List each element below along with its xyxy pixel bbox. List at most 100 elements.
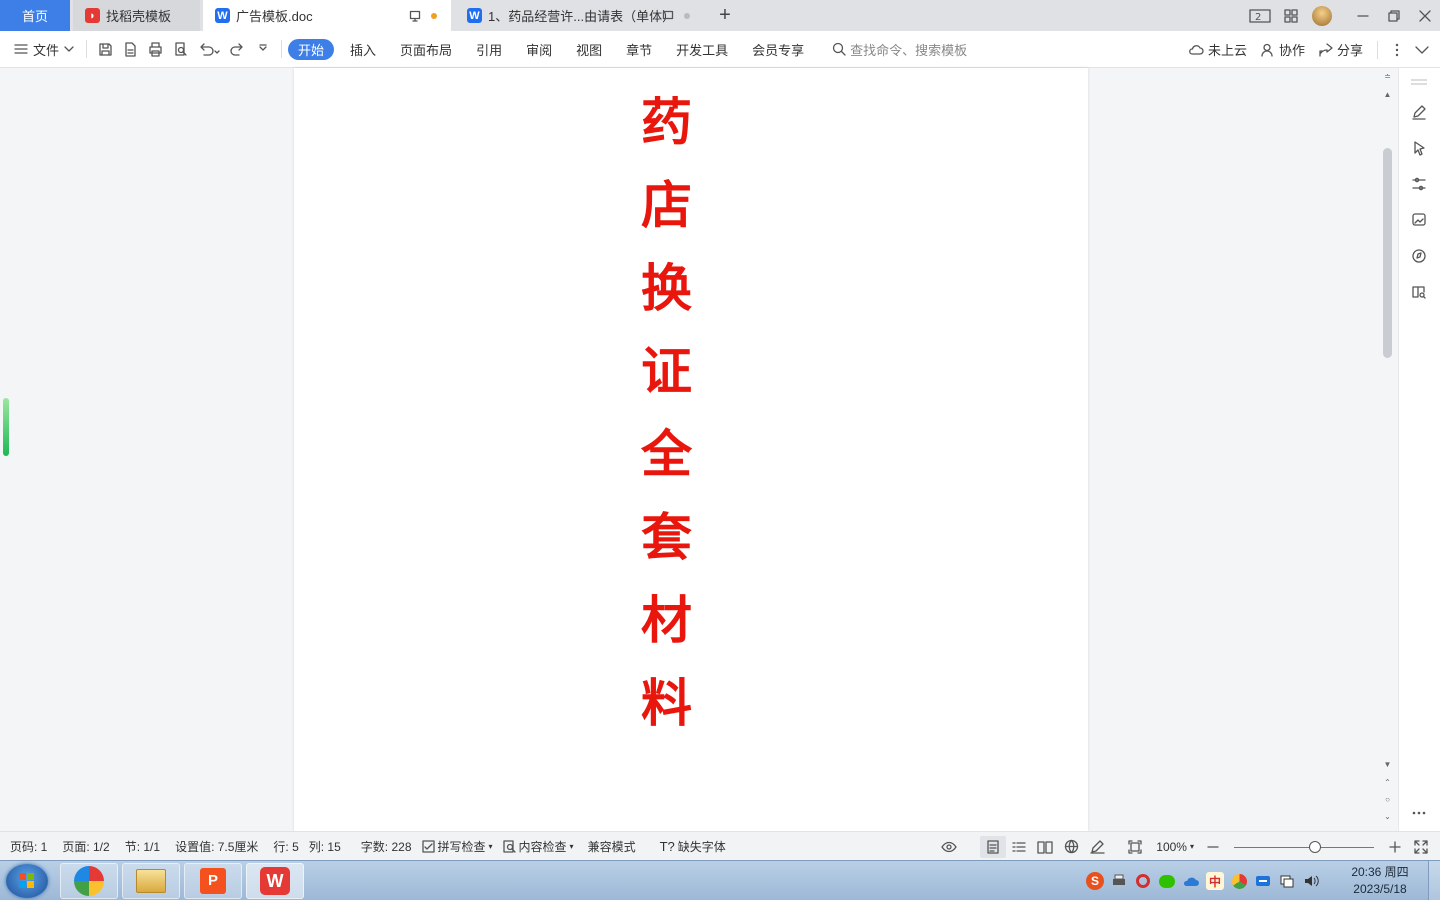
content-check-button[interactable]: 内容检查 ▾ bbox=[502, 838, 574, 855]
scrollbar-thumb[interactable] bbox=[1383, 148, 1392, 358]
scroll-up-arrow-icon[interactable]: ▲ bbox=[1383, 90, 1392, 99]
split-handle-icon[interactable]: ≐ bbox=[1383, 72, 1392, 81]
tab-templates[interactable]: ◗ 找稻壳模板 bbox=[73, 0, 200, 31]
tab-active-document[interactable]: W 广告模板.doc bbox=[203, 0, 451, 31]
share-button[interactable]: 分享 bbox=[1319, 40, 1363, 59]
taskbar-explorer[interactable] bbox=[122, 863, 180, 899]
tab-chapter[interactable]: 章节 bbox=[614, 31, 664, 68]
network-icon[interactable] bbox=[1278, 872, 1296, 890]
next-page-icon[interactable]: ⌄ bbox=[1383, 812, 1392, 821]
monitor-icon[interactable] bbox=[409, 10, 421, 22]
tab-member[interactable]: 会员专享 bbox=[740, 31, 816, 68]
collaborate-button[interactable]: 协作 bbox=[1261, 40, 1305, 59]
image-check-icon[interactable] bbox=[1409, 210, 1429, 230]
color-app-icon[interactable] bbox=[1230, 872, 1248, 890]
record-icon[interactable] bbox=[1134, 872, 1152, 890]
restore-icon[interactable] bbox=[1378, 0, 1409, 31]
customize-toolbar-icon[interactable] bbox=[250, 31, 275, 68]
cloud-status-button[interactable]: 未上云 bbox=[1188, 40, 1247, 59]
zoom-out-icon[interactable] bbox=[1200, 841, 1226, 853]
compat-mode-label[interactable]: 兼容模式 bbox=[588, 838, 636, 855]
status-word-count[interactable]: 字数: 228 bbox=[361, 838, 412, 855]
taskbar-wps[interactable]: W bbox=[246, 863, 304, 899]
select-pointer-icon[interactable] bbox=[1409, 138, 1429, 158]
os-taskbar: P W S 中 20:36 周四 2023/5/18 bbox=[0, 860, 1440, 900]
printer-icon[interactable] bbox=[1110, 872, 1128, 890]
taskbar-presentation[interactable]: P bbox=[184, 863, 242, 899]
book-search-icon[interactable] bbox=[1409, 282, 1429, 302]
prev-page-icon[interactable]: ⌃ bbox=[1383, 778, 1392, 787]
web-view-icon[interactable] bbox=[1058, 839, 1084, 854]
show-desktop-button[interactable] bbox=[1428, 861, 1440, 900]
close-icon[interactable] bbox=[1409, 0, 1440, 31]
pen-edit-icon[interactable] bbox=[1409, 102, 1429, 122]
more-options-icon[interactable] bbox=[1384, 31, 1409, 68]
clock-time: 20:36 周四 bbox=[1351, 865, 1409, 879]
fullscreen-icon[interactable] bbox=[1408, 839, 1434, 854]
status-row[interactable]: 行: 5 bbox=[273, 838, 298, 855]
missing-fonts-button[interactable]: T? 缺失字体 bbox=[660, 838, 726, 855]
side-handle[interactable] bbox=[3, 398, 9, 456]
tab-developer[interactable]: 开发工具 bbox=[664, 31, 740, 68]
status-section[interactable]: 节: 1/1 bbox=[125, 838, 160, 855]
page-view-icon[interactable] bbox=[980, 835, 1007, 858]
tab-view[interactable]: 视图 bbox=[564, 31, 614, 68]
tab-document-2[interactable]: W 1、药品经营许...由请表（单体） bbox=[455, 0, 705, 31]
outline-view-icon[interactable] bbox=[1006, 841, 1032, 853]
spell-check-button[interactable]: 拼写检查 ▾ bbox=[421, 838, 493, 855]
more-panel-icon[interactable] bbox=[1409, 803, 1429, 823]
write-mode-icon[interactable] bbox=[1084, 839, 1110, 854]
cloud-sync-icon[interactable] bbox=[1182, 872, 1200, 890]
zoom-slider-knob[interactable] bbox=[1309, 840, 1321, 853]
split-view-icon[interactable]: 2 bbox=[1244, 0, 1275, 31]
compass-icon[interactable] bbox=[1409, 246, 1429, 266]
file-menu-button[interactable]: 文件 bbox=[0, 31, 74, 68]
eye-protection-icon[interactable] bbox=[936, 841, 962, 853]
volume-icon[interactable] bbox=[1302, 872, 1320, 890]
export-pdf-icon[interactable] bbox=[118, 31, 143, 68]
tab-review[interactable]: 审阅 bbox=[514, 31, 564, 68]
zoom-slider[interactable] bbox=[1234, 839, 1374, 855]
scroll-down-arrow-icon[interactable]: ▼ bbox=[1383, 760, 1392, 769]
taskbar-clock[interactable]: 20:36 周四 2023/5/18 bbox=[1338, 864, 1422, 898]
select-browse-object-icon[interactable]: ○ bbox=[1383, 795, 1392, 804]
minimize-icon[interactable] bbox=[1347, 0, 1378, 31]
comment-icon[interactable] bbox=[662, 10, 674, 22]
ime-chinese-indicator[interactable]: 中 bbox=[1206, 872, 1224, 890]
window-controls: 2 bbox=[1244, 0, 1440, 31]
taskbar-browser[interactable] bbox=[60, 863, 118, 899]
sogou-ime-icon[interactable]: S bbox=[1086, 872, 1104, 890]
redo-icon[interactable] bbox=[225, 31, 250, 68]
tab-references[interactable]: 引用 bbox=[464, 31, 514, 68]
reading-view-icon[interactable] bbox=[1032, 840, 1058, 854]
close-dot-icon[interactable] bbox=[684, 13, 690, 19]
tab-start[interactable]: 开始 bbox=[288, 38, 335, 60]
user-icon bbox=[1261, 43, 1273, 57]
share-icon bbox=[1319, 42, 1333, 57]
vertical-scrollbar[interactable]: ≐ ▲ ▼ ⌃ ○ ⌄ bbox=[1379, 68, 1396, 831]
search-input[interactable]: 查找命令、搜索模板 bbox=[832, 40, 967, 59]
tab-home[interactable]: 首页 bbox=[0, 0, 70, 31]
new-tab-button[interactable]: + bbox=[714, 4, 736, 26]
adjust-sliders-icon[interactable] bbox=[1409, 174, 1429, 194]
tab-insert[interactable]: 插入 bbox=[338, 31, 388, 68]
print-preview-icon[interactable] bbox=[168, 31, 193, 68]
zoom-in-icon[interactable] bbox=[1382, 840, 1408, 853]
print-icon[interactable] bbox=[143, 31, 168, 68]
undo-icon[interactable] bbox=[193, 31, 225, 68]
wechat-icon[interactable] bbox=[1158, 872, 1176, 890]
grid-apps-icon[interactable] bbox=[1275, 0, 1306, 31]
start-button[interactable] bbox=[6, 864, 48, 898]
status-col[interactable]: 列: 15 bbox=[309, 838, 341, 855]
status-pages[interactable]: 页面: 1/2 bbox=[62, 838, 109, 855]
collapse-ribbon-icon[interactable] bbox=[1409, 31, 1434, 68]
document-page[interactable]: 药 店 换 证 全 套 材 料 bbox=[294, 68, 1088, 831]
user-avatar[interactable] bbox=[1306, 0, 1337, 31]
tab-page-layout[interactable]: 页面布局 bbox=[388, 31, 464, 68]
status-setting[interactable]: 设置值: 7.5厘米 bbox=[175, 838, 258, 855]
status-page-code[interactable]: 页码: 1 bbox=[10, 838, 47, 855]
fit-page-icon[interactable] bbox=[1122, 839, 1148, 854]
zoom-level-label[interactable]: 100% bbox=[1156, 840, 1187, 854]
network-shield-icon[interactable] bbox=[1254, 872, 1272, 890]
save-icon[interactable] bbox=[93, 31, 118, 68]
